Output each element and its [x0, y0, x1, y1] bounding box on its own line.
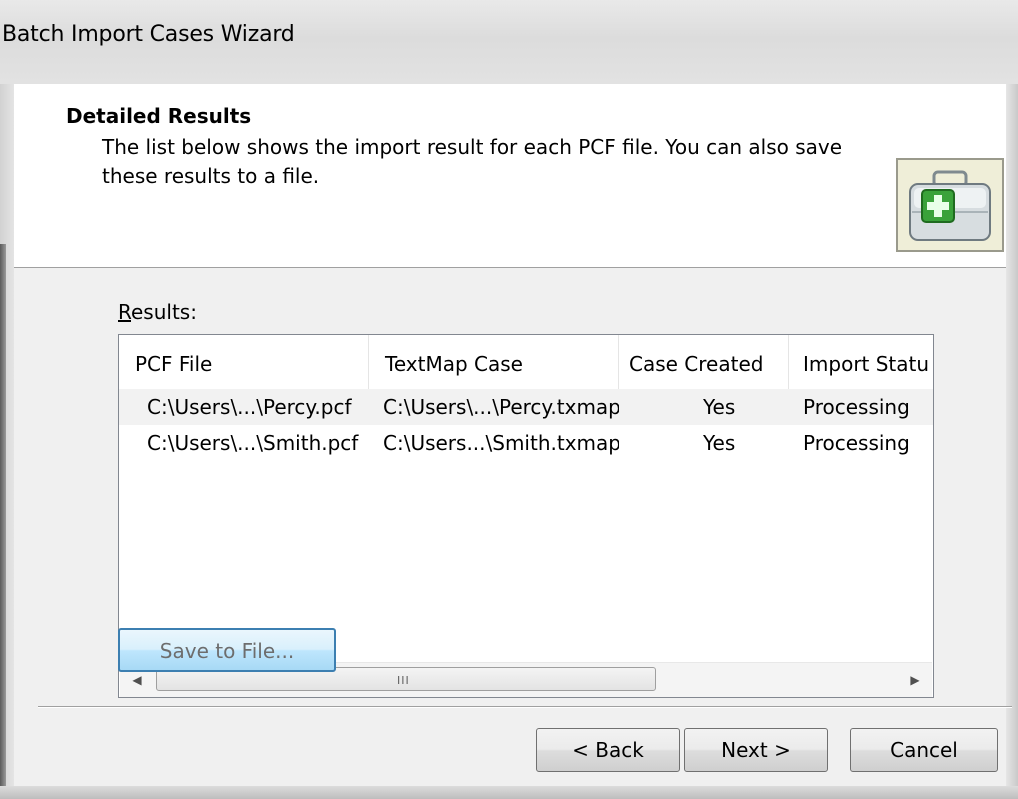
table-row[interactable]: C:\Users\...\Smith.pcf C:\Users...\Smith…: [119, 425, 933, 461]
scroll-right-arrow-icon[interactable]: ▶: [898, 663, 932, 697]
window-title: Batch Import Cases Wizard: [2, 22, 295, 47]
textmap-case-cell: C:\Users...\Smith.txmap: [383, 431, 619, 455]
textmap-case-cell: C:\Users\...\Percy.txmap: [383, 395, 619, 419]
column-header-pcf-file[interactable]: PCF File: [119, 335, 369, 395]
window-frame-right: [1006, 84, 1018, 799]
pcf-file-cell: C:\Users\...\Smith.pcf: [147, 431, 359, 455]
import-status-cell: Processing: [803, 395, 910, 419]
cancel-button[interactable]: Cancel: [850, 728, 998, 772]
scrollbar-grip: III: [397, 674, 410, 687]
case-created-cell: Yes: [703, 431, 736, 455]
back-button[interactable]: < Back: [536, 728, 680, 772]
window-frame-bottom: [0, 786, 1018, 799]
window-frame-left: [0, 84, 14, 799]
title-bar: Batch Import Cases Wizard: [0, 0, 1018, 84]
wizard-client-area: Detailed Results The list below shows th…: [14, 84, 1012, 786]
briefcase-plus-icon: [896, 158, 1004, 252]
column-header-case-created[interactable]: Case Created: [619, 335, 789, 395]
listview-header: PCF File TextMap Case Case Created Impor…: [119, 335, 933, 396]
next-button[interactable]: Next >: [684, 728, 828, 772]
wizard-header: Detailed Results The list below shows th…: [14, 84, 1006, 268]
column-header-import-status[interactable]: Import Statu: [789, 335, 933, 395]
footer-separator: [38, 706, 1012, 708]
table-row[interactable]: C:\Users\...\Percy.pcf C:\Users\...\Perc…: [119, 389, 933, 425]
pcf-file-cell: C:\Users\...\Percy.pcf: [147, 395, 352, 419]
page-title: Detailed Results: [66, 104, 252, 128]
case-created-cell: Yes: [703, 395, 736, 419]
import-status-cell: Processing: [803, 431, 910, 455]
column-header-textmap-case[interactable]: TextMap Case: [369, 335, 619, 395]
page-description: The list below shows the import result f…: [102, 135, 843, 188]
results-label: Results:: [118, 300, 197, 324]
save-to-file-button[interactable]: Save to File...: [118, 628, 336, 672]
